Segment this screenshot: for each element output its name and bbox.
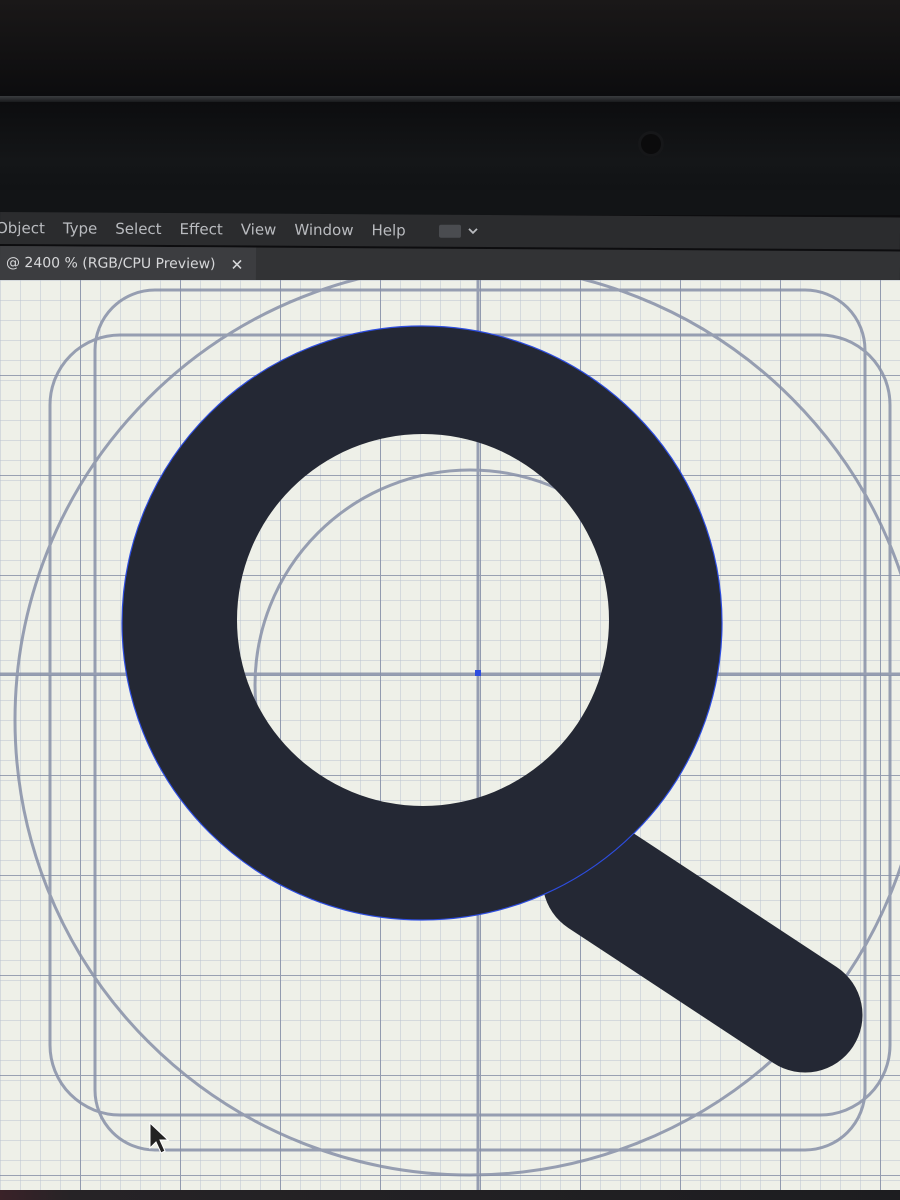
monitor-bezel (0, 0, 900, 215)
workspace-switcher[interactable] (438, 224, 479, 238)
document-tab-title: @ 2400 % (RGB/CPU Preview) (5, 255, 216, 273)
menu-type[interactable]: Type (54, 219, 107, 237)
artboard-svg (0, 280, 900, 1190)
document-tab[interactable]: @ 2400 % (RGB/CPU Preview) (0, 246, 256, 282)
menu-help[interactable]: Help (362, 221, 414, 239)
anchor-center-point[interactable] (475, 670, 481, 676)
screen-bottom-edge (0, 1190, 900, 1200)
workspace-grid-icon (438, 224, 461, 238)
menu-view[interactable]: View (232, 220, 286, 238)
artboard-canvas[interactable] (0, 280, 900, 1190)
monitor-bezel-edge (0, 96, 900, 102)
menu-effect[interactable]: Effect (171, 220, 232, 238)
close-icon[interactable] (231, 259, 242, 270)
chevron-down-icon (468, 228, 478, 235)
menu-window[interactable]: Window (285, 221, 362, 239)
menu-select[interactable]: Select (106, 220, 170, 238)
menu-object[interactable]: Object (0, 219, 54, 237)
menu-bar: Object Type Select Effect View Window He… (0, 212, 900, 250)
monitor-bezel-lower (0, 190, 900, 215)
webcam-icon (641, 134, 661, 154)
